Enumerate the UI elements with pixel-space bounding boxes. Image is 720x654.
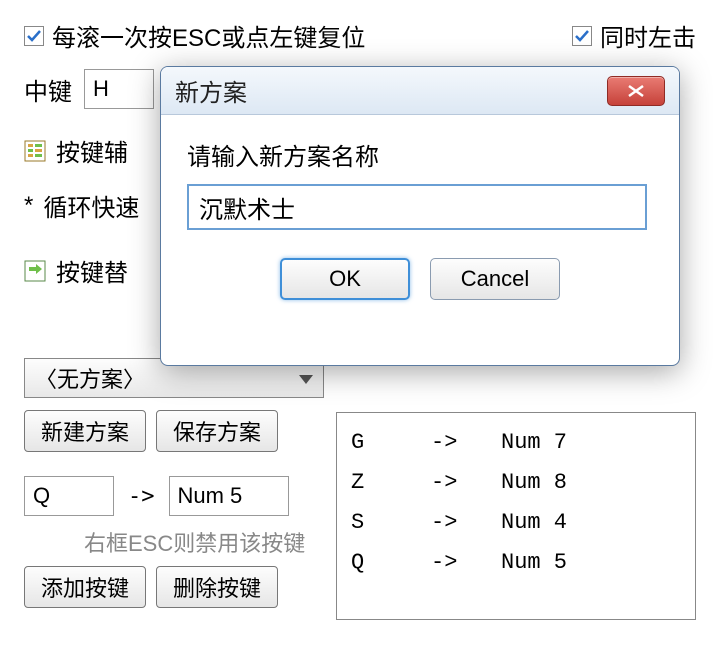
list-item[interactable]: G -> Num 7 [351, 423, 681, 463]
list-item[interactable]: Z -> Num 8 [351, 463, 681, 503]
delete-key-button[interactable]: 删除按键 [156, 566, 278, 608]
close-icon [626, 84, 646, 98]
dialog-title: 新方案 [175, 73, 247, 108]
scheme-dropdown-value: 〈无方案〉 [35, 362, 145, 394]
cycle-section-label: 循环快速 [43, 188, 139, 223]
list-item[interactable]: Q -> Num 5 [351, 543, 681, 583]
star-icon: * [24, 192, 33, 220]
mapping-list[interactable]: G -> Num 7 Z -> Num 8 S -> Num 4 Q -> Nu… [336, 412, 696, 620]
esc-reset-label: 每滚一次按ESC或点左键复位 [52, 18, 365, 53]
dialog-titlebar[interactable]: 新方案 [161, 67, 679, 115]
mapping-to-input[interactable] [169, 476, 289, 516]
replace-section-label: 按键替 [56, 253, 128, 288]
new-scheme-dialog: 新方案 请输入新方案名称 OK Cancel [160, 66, 680, 366]
new-scheme-button[interactable]: 新建方案 [24, 410, 146, 452]
cancel-button[interactable]: Cancel [430, 258, 560, 300]
list-item[interactable]: S -> Num 4 [351, 503, 681, 543]
assist-section-label: 按键辅 [56, 133, 128, 168]
esc-reset-checkbox[interactable] [24, 26, 44, 46]
middle-key-label: 中键 [24, 72, 72, 107]
left-click-label: 同时左击 [600, 18, 696, 53]
replace-icon [24, 260, 46, 282]
save-scheme-button[interactable]: 保存方案 [156, 410, 278, 452]
dialog-prompt: 请输入新方案名称 [187, 137, 653, 172]
chevron-down-icon [299, 365, 313, 391]
mapping-from-input[interactable] [24, 476, 114, 516]
ok-button[interactable]: OK [280, 258, 410, 300]
mapping-arrow: -> [128, 484, 155, 509]
close-button[interactable] [607, 76, 665, 106]
left-click-checkbox[interactable] [572, 26, 592, 46]
middle-key-input[interactable] [84, 69, 154, 109]
add-key-button[interactable]: 添加按键 [24, 566, 146, 608]
assist-icon [24, 140, 46, 162]
scheme-name-input[interactable] [187, 184, 647, 230]
